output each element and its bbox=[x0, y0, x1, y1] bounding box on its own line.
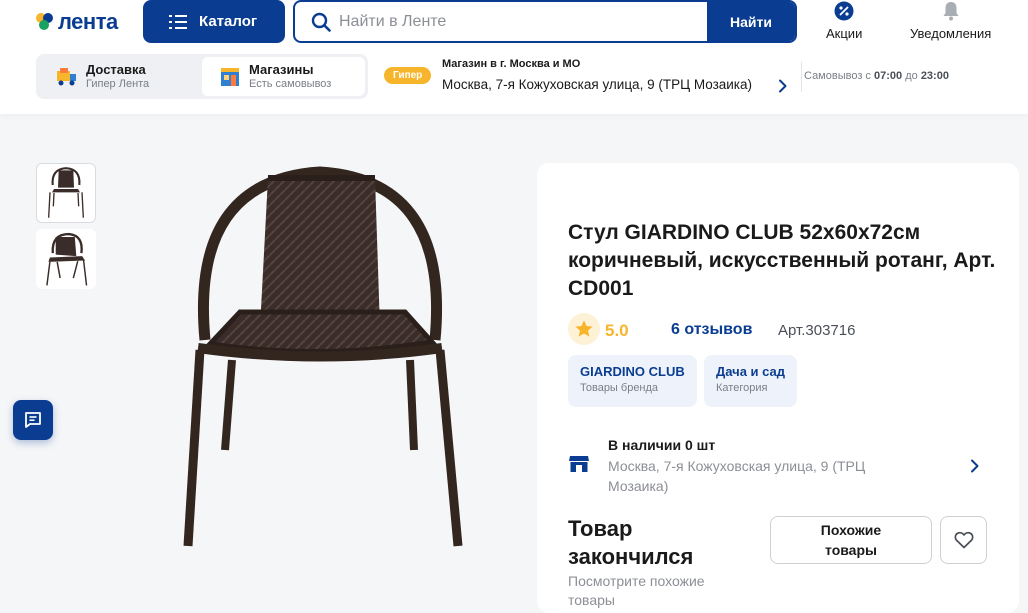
product-info-card: Стул GIARDINO CLUB 52x60x72см коричневый… bbox=[537, 163, 1019, 613]
out-of-stock-subtitle: Посмотрите похожие товары bbox=[568, 573, 705, 608]
search-input[interactable] bbox=[339, 2, 707, 41]
chair-front-thumbnail bbox=[48, 167, 84, 218]
chat-icon bbox=[25, 412, 41, 428]
tab-delivery-subtitle: Гипер Лента bbox=[86, 78, 150, 90]
store-address: Москва, 7-я Кожуховская улица, 9 (ТРЦ Мо… bbox=[442, 77, 753, 92]
catalog-button[interactable]: Каталог bbox=[143, 0, 285, 43]
store-building-icon bbox=[218, 66, 242, 88]
tab-stores-subtitle: Есть самовывоз bbox=[249, 78, 332, 90]
reviews-link[interactable]: 6 отзывов bbox=[671, 321, 752, 339]
notifications-label: Уведомления bbox=[910, 26, 992, 41]
chevron-right-icon bbox=[778, 79, 788, 98]
lenta-logo[interactable]: лента bbox=[36, 9, 118, 34]
similar-products-label: Похожие товары bbox=[820, 522, 882, 558]
favorite-button[interactable] bbox=[940, 516, 987, 564]
similar-products-button[interactable]: Похожие товары bbox=[770, 516, 932, 564]
heart-icon bbox=[954, 531, 973, 549]
chat-button[interactable] bbox=[13, 400, 53, 440]
header: лента Каталог Найти Акции Уведомления bbox=[0, 0, 1028, 114]
pickup-hours: Самовывоз с 07:00 до 23:00 bbox=[804, 70, 949, 82]
search-bar: Найти bbox=[293, 0, 797, 43]
thumbnail-front[interactable] bbox=[36, 163, 96, 223]
tab-stores-title: Магазины bbox=[249, 62, 314, 77]
brand-chip[interactable]: GIARDINO CLUB Товары бренда bbox=[568, 355, 697, 407]
tab-delivery-title: Доставка bbox=[86, 62, 146, 77]
bell-icon bbox=[942, 0, 960, 22]
brand-chip-title: GIARDINO CLUB bbox=[580, 364, 685, 379]
menu-list-icon bbox=[169, 14, 187, 29]
chair-side-thumbnail bbox=[46, 232, 88, 286]
notifications-link[interactable]: Уведомления bbox=[910, 0, 991, 41]
delivery-mode-switch: Доставка Гипер Лента Магазины Есть самов… bbox=[36, 54, 368, 99]
divider bbox=[801, 62, 802, 92]
category-chip-title: Дача и сад bbox=[716, 364, 786, 379]
tab-stores[interactable]: Магазины Есть самовывоз bbox=[202, 57, 365, 96]
store-region-title: Магазин в г. Москва и МО bbox=[442, 58, 581, 70]
availability-address[interactable]: Москва, 7-я Кожуховская улица, 9 (ТРЦ Мо… bbox=[608, 456, 908, 496]
store-icon bbox=[568, 455, 590, 478]
product-image-chair[interactable] bbox=[170, 160, 470, 560]
article-number: Арт.303716 bbox=[778, 322, 856, 339]
chevron-right-icon[interactable] bbox=[970, 459, 980, 478]
image-thumbnails bbox=[36, 163, 96, 295]
availability-title: В наличии 0 шт bbox=[608, 437, 716, 453]
product-title: Стул GIARDINO CLUB 52x60x72см коричневый… bbox=[568, 221, 996, 300]
search-icon bbox=[303, 12, 339, 32]
promos-label: Акции bbox=[826, 26, 863, 41]
rating-value: 5.0 bbox=[605, 321, 629, 340]
promos-link[interactable]: Акции bbox=[826, 0, 862, 41]
store-type-badge: Гипер bbox=[384, 67, 432, 84]
lenta-logo-icon bbox=[36, 13, 54, 31]
category-chip[interactable]: Дача и сад Категория bbox=[704, 355, 798, 407]
category-chip-subtitle: Категория bbox=[716, 382, 768, 394]
logo-text: лента bbox=[58, 9, 118, 34]
search-button[interactable]: Найти bbox=[707, 2, 795, 41]
thumbnail-side[interactable] bbox=[36, 229, 96, 289]
brand-chip-subtitle: Товары бренда bbox=[580, 382, 659, 394]
tab-delivery[interactable]: Доставка Гипер Лента bbox=[39, 57, 202, 96]
percent-icon bbox=[834, 0, 854, 22]
store-selector[interactable]: Гипер Магазин в г. Москва и МО Москва, 7… bbox=[384, 58, 794, 98]
delivery-truck-icon bbox=[55, 66, 79, 88]
catalog-label: Каталог bbox=[199, 13, 258, 30]
star-icon bbox=[568, 313, 600, 345]
out-of-stock-title: Товар закончился bbox=[568, 516, 694, 569]
